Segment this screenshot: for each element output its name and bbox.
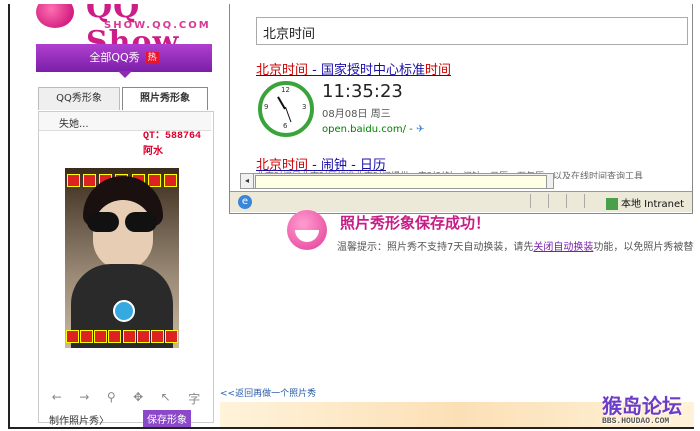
bottom-icon-row: [65, 330, 179, 343]
search-input-value: 北京时间: [263, 27, 316, 42]
back-link[interactable]: <<返回再做一个照片秀: [220, 386, 316, 399]
horizontal-scrollbar[interactable]: ◂: [240, 173, 554, 189]
search-input[interactable]: 北京时间: [256, 17, 688, 45]
logo-icon: [36, 4, 74, 28]
notice-text: 温馨提示：照片秀不支持7天自动换装，请先关闭自动换装功能，以免照片秀被替换: [337, 242, 694, 253]
text-icon[interactable]: 字: [188, 390, 200, 408]
hot-badge: 热: [145, 52, 159, 64]
sunglasses: [87, 212, 159, 232]
scroll-left-icon[interactable]: ◂: [241, 174, 254, 188]
left-column: QQ Show SHOW.QQ.COM 全部QQ秀热 QQ秀形象 照片秀形象 失…: [10, 4, 214, 427]
zoom-icon[interactable]: ⚲: [107, 390, 116, 408]
arrow-right-icon[interactable]: →: [79, 390, 89, 408]
avatar-photo: [65, 168, 179, 348]
smiley-icon: [287, 210, 327, 250]
dropdown-arrow-icon: [118, 71, 132, 78]
make-photo-show-link[interactable]: 制作照片秀〉: [49, 412, 109, 427]
qq-show-logo: QQ Show SHOW.QQ.COM: [24, 4, 214, 60]
security-zone: 本地 Intranet: [606, 195, 684, 210]
page-frame: QQ Show SHOW.QQ.COM 全部QQ秀热 QQ秀形象 照片秀形象 失…: [8, 4, 694, 429]
arrow-left-icon[interactable]: ←: [52, 390, 62, 408]
logo-domain: SHOW.QQ.COM: [104, 20, 211, 31]
intranet-icon: [606, 198, 618, 210]
current-time: 11:35:23: [322, 81, 403, 102]
all-qqshow-label: 全部QQ秀: [89, 51, 140, 64]
item-select-value: 失她...: [59, 119, 89, 130]
avatar-panel: 失她... QT：588764 阿水 ← → ⚲ ✥ ↖ 字 制作照片秀〉 保存…: [38, 111, 214, 427]
show-tabs: QQ秀形象 照片秀形象: [38, 87, 212, 111]
scroll-thumb[interactable]: [255, 175, 547, 189]
photo-toolbar: ← → ⚲ ✥ ↖ 字: [43, 390, 209, 408]
move-icon[interactable]: ✥: [133, 390, 143, 408]
forum-watermark: 猴岛论坛 BBS.HOUDAO.COM: [602, 394, 682, 426]
pointer-icon[interactable]: ↖: [161, 390, 171, 408]
status-bar: e 本地 Intranet: [230, 191, 692, 212]
disable-auto-change-link[interactable]: 关闭自动换装: [533, 242, 593, 253]
result1-link[interactable]: 北京时间 - 国家授时中心标准时间: [256, 59, 451, 78]
qt-label: QT：588764 阿水: [143, 131, 202, 158]
current-date: 08月08日 周三: [322, 109, 391, 120]
save-success-title: 照片秀形象保存成功！: [340, 214, 491, 232]
ie-icon: e: [238, 195, 252, 209]
clock-icon: 12 3 6 9: [258, 81, 314, 137]
result1-url[interactable]: open.baidu.com/ - ✈: [322, 124, 424, 135]
tab-qq-show[interactable]: QQ秀形象: [38, 87, 120, 110]
butterfly-badge-icon: [113, 300, 135, 322]
snapshot-icon[interactable]: ✈: [416, 124, 424, 135]
save-avatar-button[interactable]: 保存形象: [143, 410, 191, 427]
all-qqshow-button[interactable]: 全部QQ秀热: [36, 44, 212, 78]
tab-photo-show[interactable]: 照片秀形象: [122, 87, 208, 110]
browser-window: 北京时间 北京时间 - 国家授时中心标准时间 12 3 6 9 11:35:23…: [229, 4, 693, 214]
